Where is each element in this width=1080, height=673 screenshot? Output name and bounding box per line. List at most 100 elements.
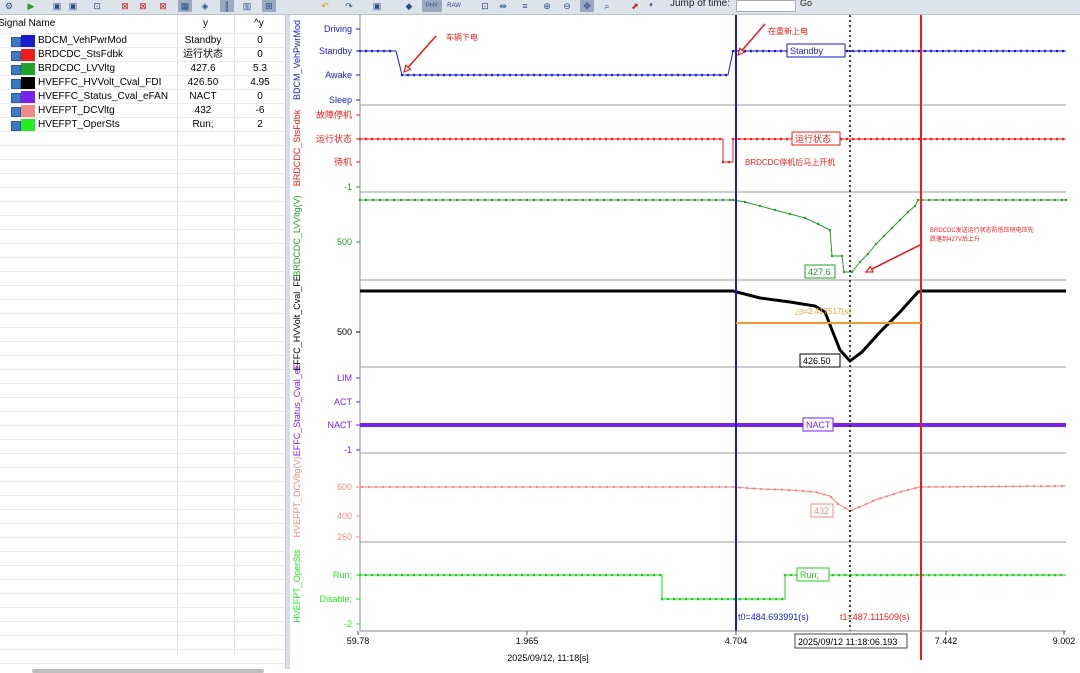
vehpwrmod-point	[400, 73, 404, 77]
opersts-point	[538, 573, 542, 577]
dcvltg-point	[675, 485, 679, 489]
tick-label: -2	[344, 619, 352, 629]
dcvltg-point	[780, 488, 784, 491]
stsfdbk-point	[953, 137, 957, 141]
stsfdbk-point	[424, 137, 428, 141]
stsfdbk-point	[574, 137, 578, 141]
lvvltg-point	[560, 198, 564, 202]
vehpwrmod-point	[1001, 49, 1005, 53]
opersts-point	[999, 573, 1003, 577]
stsfdbk-point	[634, 137, 638, 141]
vehpwrmod-point	[502, 73, 506, 77]
stsfdbk-point	[364, 137, 368, 141]
stsfdbk-point	[598, 137, 602, 141]
vehpwrmod-point	[616, 73, 620, 77]
lvvltg-point	[1018, 198, 1022, 202]
vehpwrmod-point	[911, 49, 915, 53]
stsfdbk-point	[688, 137, 692, 141]
tick-label: NACT	[328, 420, 353, 430]
dcvltg-point	[829, 495, 833, 499]
opersts-point	[388, 573, 392, 577]
vehpwrmod-point	[779, 49, 783, 53]
vehpwrmod-point	[574, 73, 578, 77]
stsfdbk-point	[1031, 137, 1035, 141]
vehpwrmod-point	[556, 73, 560, 77]
stsfdbk-point	[406, 137, 410, 141]
opersts-point	[514, 573, 518, 577]
vehpwrmod-point	[658, 73, 662, 77]
stsfdbk-point	[382, 137, 386, 141]
annotation-text: 车辆下电	[446, 32, 478, 42]
opersts-point	[604, 573, 608, 577]
opersts-point	[939, 573, 943, 577]
dcvltg-point	[948, 485, 952, 488]
vehpwrmod-point	[424, 73, 428, 77]
lvvltg-point	[413, 198, 417, 202]
stsfdbk-point	[983, 137, 987, 141]
vehpwrmod-point	[430, 73, 434, 77]
opersts-point	[1035, 573, 1039, 577]
stsfdbk-point	[586, 137, 590, 141]
opersts-point	[382, 573, 386, 577]
measurement-chart[interactable]: BDCM_VehPwrMod BRDCDC_StsFdbk BRDCDC_LVVlt…	[0, 0, 1080, 669]
opersts-point	[720, 597, 724, 601]
stsfdbk-point	[538, 137, 542, 141]
horizontal-scrollbar[interactable]	[32, 669, 264, 673]
stsfdbk-point	[1001, 137, 1005, 141]
opersts-point	[714, 597, 718, 601]
opersts-point	[532, 573, 536, 577]
stsfdbk-point	[851, 137, 855, 141]
stsfdbk-point	[875, 137, 879, 141]
dcvltg-point	[423, 485, 427, 489]
stsfdbk-point	[556, 137, 560, 141]
stsfdbk-point	[731, 137, 735, 141]
dcvltg-point	[577, 485, 581, 489]
dcvltg-point	[759, 487, 763, 491]
dcvltg-point	[360, 485, 364, 489]
tick-label: LIM	[337, 373, 352, 383]
dcvltg-point	[969, 485, 973, 488]
stsfdbk-point	[454, 137, 458, 141]
opersts-point	[945, 573, 949, 577]
lvvltg-point	[679, 198, 683, 202]
lvvltg-point	[420, 198, 424, 202]
lvvltg-point	[927, 198, 931, 202]
lane-title: HVEFPT_OperSts	[292, 549, 302, 623]
dcvltg-point	[381, 485, 385, 489]
opersts-point	[544, 573, 548, 577]
dcvltg-point	[738, 486, 742, 489]
stsfdbk-point	[514, 137, 518, 141]
opersts-point	[762, 597, 766, 601]
dcvltg-point	[500, 485, 504, 489]
lane-title: EFFC_Status_Cval_eF	[292, 363, 302, 456]
opersts-point	[442, 573, 446, 577]
lvvltg-point	[997, 198, 1001, 202]
dcvltg-point	[997, 485, 1001, 488]
tick-label: 运行状态	[316, 133, 352, 144]
opersts-point	[370, 573, 374, 577]
stsfdbk-point	[478, 137, 482, 141]
time-tick-label: 59.78	[347, 636, 370, 646]
opersts-point	[891, 573, 895, 577]
vehpwrmod-point	[694, 73, 698, 77]
dcvltg-point	[528, 485, 532, 489]
lvvltg-point	[758, 204, 762, 208]
vehpwrmod-point	[881, 49, 885, 53]
opersts-point	[460, 573, 464, 577]
vehpwrmod-point	[1019, 49, 1023, 53]
opersts-point	[364, 573, 368, 577]
lvvltg-point	[623, 198, 627, 202]
stsfdbk-point	[472, 137, 476, 141]
dcvltg-point	[654, 485, 658, 489]
dcvltg-point	[514, 485, 518, 489]
opersts-point	[616, 573, 620, 577]
vehpwrmod-point	[706, 73, 710, 77]
opersts-point	[861, 573, 865, 577]
annotation-text: 在重新上电	[768, 26, 808, 36]
dcvltg-point	[843, 506, 847, 510]
vehpwrmod-point	[749, 49, 753, 53]
lvvltg-point	[462, 198, 466, 202]
vehpwrmod-point	[929, 49, 933, 53]
vehpwrmod-point	[526, 73, 530, 77]
opersts-point	[652, 573, 656, 577]
